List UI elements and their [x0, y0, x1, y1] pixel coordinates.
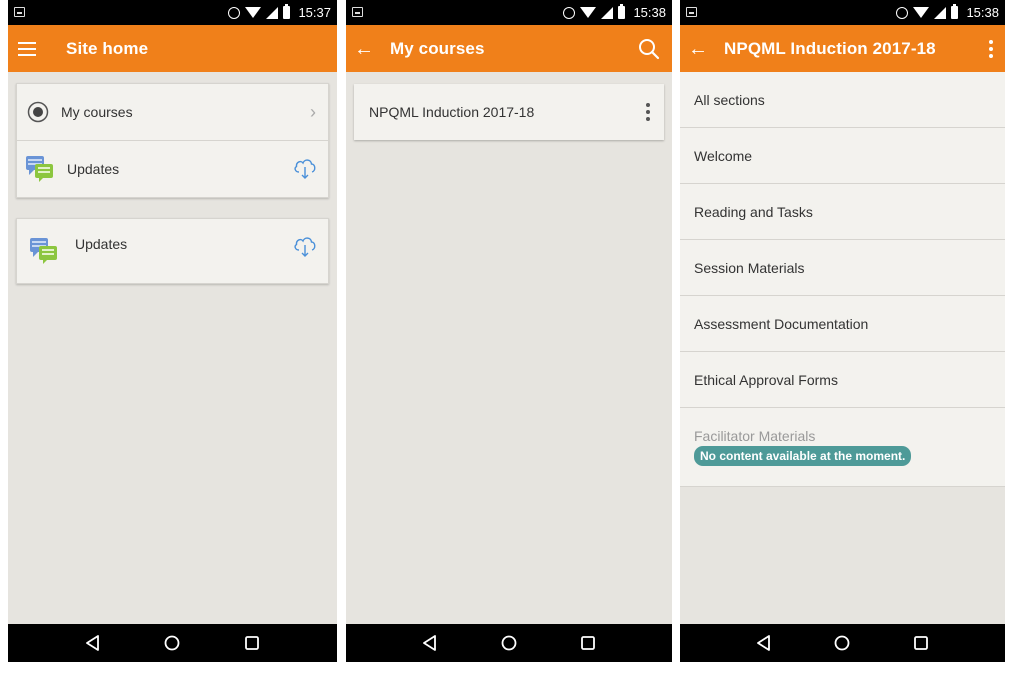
page-title: Site home — [66, 38, 149, 58]
system-nav-bar — [346, 624, 672, 662]
search-icon — [639, 38, 660, 59]
section-label: Facilitator Materials — [694, 428, 816, 444]
screen-course-sections: 15:38 ← NPQML Induction 2017-18 All sect… — [680, 0, 1005, 662]
section-item-all-sections[interactable]: All sections — [680, 72, 1005, 128]
notification-icon — [14, 7, 25, 17]
signal-icon — [601, 6, 614, 20]
section-item-facilitator-materials: Facilitator Materials No content availab… — [680, 408, 1005, 487]
nav-home-icon[interactable] — [833, 634, 851, 652]
app-bar: Site home — [8, 25, 337, 72]
hamburger-icon[interactable] — [18, 41, 36, 56]
nav-back-icon[interactable] — [421, 634, 439, 652]
section-label: Welcome — [694, 147, 753, 164]
more-vert-icon — [989, 39, 993, 58]
section-item-assessment-documentation[interactable]: Assessment Documentation — [680, 296, 1005, 352]
nav-home-icon[interactable] — [163, 634, 181, 652]
screen-my-courses: 15:38 ← My courses NPQML Induction 2017-… — [346, 0, 672, 662]
radio-target-icon — [27, 101, 49, 123]
search-button[interactable] — [638, 25, 660, 72]
menu-item-label: My courses — [61, 104, 133, 120]
battery-icon — [283, 4, 291, 20]
chat-bubbles-icon — [26, 156, 53, 182]
app-bar: ← NPQML Induction 2017-18 — [680, 25, 1005, 72]
main-menu-card: My courses › Updates — [16, 83, 329, 198]
chevron-right-icon: › — [310, 101, 316, 122]
section-list: All sections Welcome Reading and Tasks S… — [680, 72, 1005, 487]
updates-card: Updates — [16, 218, 329, 284]
more-menu-button[interactable] — [989, 25, 993, 72]
status-time: 15:37 — [298, 5, 331, 20]
menu-item-my-courses[interactable]: My courses › — [17, 84, 328, 140]
section-label: Reading and Tasks — [694, 203, 813, 220]
status-time: 15:38 — [633, 5, 666, 20]
page-title: NPQML Induction 2017-18 — [724, 38, 936, 58]
app-bar: ← My courses — [346, 25, 672, 72]
back-arrow-icon[interactable]: ← — [688, 39, 708, 59]
notification-icon — [686, 7, 697, 17]
updates-item[interactable]: Updates — [17, 219, 328, 283]
screen-site-home: 15:37 Site home My courses › Updates Upd… — [8, 0, 337, 662]
status-time: 15:38 — [966, 5, 999, 20]
section-item-ethical-approval-forms[interactable]: Ethical Approval Forms — [680, 352, 1005, 408]
alarm-icon — [563, 6, 576, 20]
battery-icon — [618, 4, 626, 20]
status-bar: 15:38 — [346, 0, 672, 25]
section-item-session-materials[interactable]: Session Materials — [680, 240, 1005, 296]
alarm-icon — [896, 6, 909, 20]
cloud-download-icon[interactable] — [292, 155, 318, 181]
alarm-icon — [228, 6, 241, 20]
course-card[interactable]: NPQML Induction 2017-18 — [354, 84, 664, 140]
status-bar: 15:38 — [680, 0, 1005, 25]
course-title: NPQML Induction 2017-18 — [369, 104, 535, 120]
cloud-download-icon[interactable] — [292, 233, 318, 259]
more-vert-icon[interactable] — [646, 103, 650, 124]
system-nav-bar — [680, 624, 1005, 662]
menu-item-label: Updates — [67, 161, 120, 177]
section-label: All sections — [694, 91, 765, 108]
signal-icon — [266, 6, 279, 20]
status-bar: 15:37 — [8, 0, 337, 25]
nav-back-icon[interactable] — [755, 634, 773, 652]
nav-recents-icon[interactable] — [579, 634, 597, 652]
wifi-icon — [245, 6, 262, 20]
signal-icon — [934, 6, 947, 20]
battery-icon — [951, 4, 959, 20]
nav-recents-icon[interactable] — [912, 634, 930, 652]
wifi-icon — [580, 6, 597, 20]
nav-recents-icon[interactable] — [243, 634, 261, 652]
status-badge: No content available at the moment. — [694, 446, 912, 466]
notification-icon — [352, 7, 363, 17]
section-label: Assessment Documentation — [694, 315, 869, 332]
section-item-welcome[interactable]: Welcome — [680, 128, 1005, 184]
system-nav-bar — [8, 624, 337, 662]
section-label: Session Materials — [694, 259, 805, 276]
wifi-icon — [913, 6, 930, 20]
page-title: My courses — [390, 38, 485, 58]
nav-back-icon[interactable] — [84, 634, 102, 652]
menu-item-updates[interactable]: Updates — [17, 140, 328, 197]
updates-label: Updates — [75, 236, 128, 252]
section-item-reading-and-tasks[interactable]: Reading and Tasks — [680, 184, 1005, 240]
nav-home-icon[interactable] — [500, 634, 518, 652]
chat-bubbles-icon — [30, 238, 57, 264]
back-arrow-icon[interactable]: ← — [354, 39, 374, 59]
section-label: Ethical Approval Forms — [694, 371, 838, 388]
